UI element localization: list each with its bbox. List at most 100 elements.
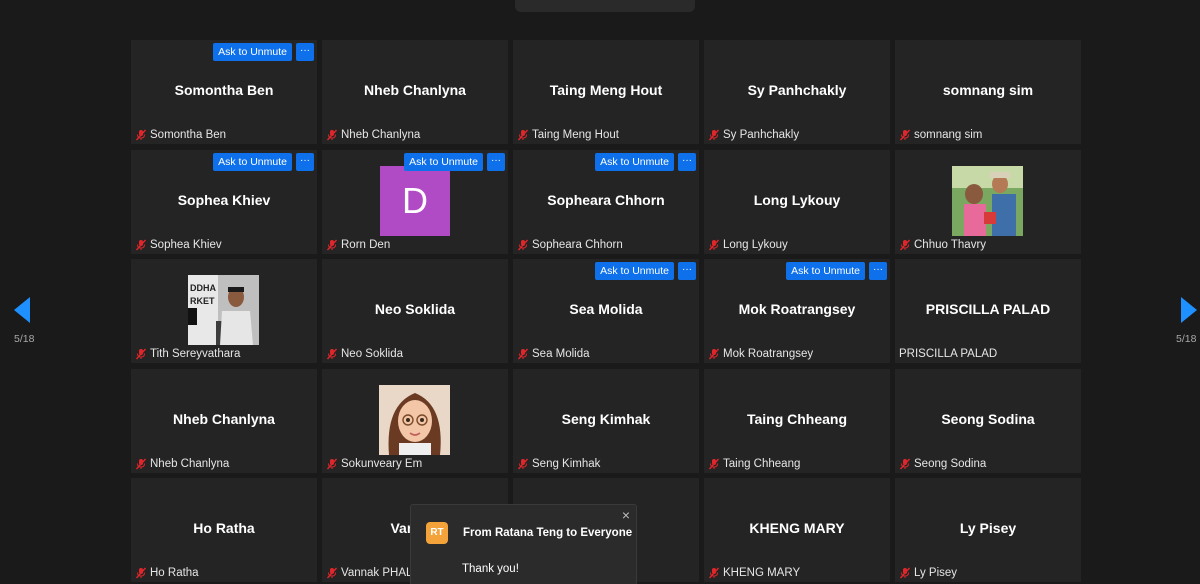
- participant-tile[interactable]: Taing Chheang Taing Chheang: [704, 368, 890, 473]
- participant-tile[interactable]: Long Lykouy Long Lykouy: [704, 149, 890, 254]
- mic-muted-icon: [899, 239, 911, 251]
- participant-tile[interactable]: Seng Kimhak Seng Kimhak: [513, 368, 699, 473]
- more-options-button[interactable]: ···: [296, 152, 314, 171]
- participant-tile[interactable]: Sea Molida Sea Molida Ask to Unmute ···: [513, 259, 699, 363]
- participant-name-label: Nheb Chanlyna: [135, 457, 229, 471]
- participant-name: KHENG MARY: [723, 567, 801, 579]
- participant-name-label: Mok Roatrangsey: [708, 347, 813, 361]
- participant-tile[interactable]: Ly Pisey Ly Pisey: [895, 478, 1081, 582]
- participant-tile[interactable]: Sophea Khiev Sophea Khiev Ask to Unmute ···: [131, 149, 317, 254]
- participant-name-label: Sea Molida: [517, 347, 590, 361]
- participant-name-label: Nheb Chanlyna: [326, 128, 420, 142]
- participant-display-name: PRISCILLA PALAD: [925, 301, 1051, 317]
- participant-name-label: Chhuo Thavry: [899, 238, 986, 252]
- participant-name-label: Sophearа Chhorn: [517, 238, 623, 252]
- chat-message: Thank you!: [462, 563, 519, 575]
- participant-display-name: Seng Kimhak: [561, 410, 651, 427]
- participant-display-name: Taing Meng Hout: [549, 82, 663, 98]
- more-options-button[interactable]: ···: [487, 152, 505, 171]
- participant-name: Taing Chheang: [723, 457, 801, 470]
- mic-muted-icon: [135, 567, 147, 579]
- participant-tile[interactable]: Sophearа Chhorn Sophearа Chhorn Ask to Unm…: [513, 149, 699, 254]
- chat-sender-avatar: RT: [426, 522, 448, 544]
- participant-name-label: Somontha Ben: [135, 128, 226, 142]
- participant-name-label: somnang sim: [899, 128, 982, 142]
- participant-name-label: Taing Meng Hout: [517, 128, 619, 142]
- participant-display-name: Somontha Ben: [174, 82, 274, 98]
- participant-tile[interactable]: Ho Ratha Ho Ratha: [131, 478, 317, 582]
- participant-name: Vannak PHAL: [341, 567, 413, 579]
- participant-photo: [952, 165, 1023, 236]
- participant-tile[interactable]: Nheb Chanlyna Nheb Chanlyna: [131, 368, 317, 473]
- mic-muted-icon: [899, 458, 911, 470]
- participant-tile[interactable]: Sokunveary Em: [322, 368, 508, 473]
- more-options-button[interactable]: ···: [296, 43, 314, 61]
- ask-to-unmute-button[interactable]: Ask to Unmute: [786, 262, 865, 280]
- participant-name: Mok Roatrangsey: [723, 348, 814, 360]
- participant-name-label: Sokunveary Em: [326, 457, 422, 471]
- participant-name: PRISCILLA PALAD: [899, 348, 998, 360]
- mic-muted-icon: [517, 348, 529, 360]
- mic-muted-icon: [135, 458, 147, 470]
- participant-tile[interactable]: Nheb Chanlyna Nheb Chanlyna: [322, 40, 508, 144]
- mic-muted-icon: [708, 239, 720, 251]
- mic-muted-icon: [899, 129, 911, 141]
- more-options-button[interactable]: ···: [678, 262, 696, 280]
- participant-name: Nheb Chanlyna: [341, 129, 421, 141]
- participant-tile[interactable]: KHENG MARY KHENG MARY: [704, 478, 890, 582]
- participant-display-name: Neo Soklida: [374, 301, 456, 317]
- participant-display-name: Mok Roatrangsey: [738, 301, 856, 317]
- chevron-right-icon[interactable]: [1181, 297, 1197, 323]
- mic-muted-icon: [517, 129, 529, 141]
- participant-name-label: Vannak PHAL: [326, 566, 412, 580]
- ask-to-unmute-button[interactable]: Ask to Unmute: [595, 262, 674, 280]
- participant-display-name: Nheb Chanlyna: [364, 82, 466, 98]
- participant-display-name: Sophea Khiev: [177, 191, 271, 208]
- participant-tile[interactable]: Taing Meng Hout Taing Meng Hout: [513, 40, 699, 144]
- participant-name: Sophea Khiev: [150, 238, 222, 251]
- participant-tile[interactable]: PRISCILLA PALAD PRISCILLA PALAD: [895, 259, 1081, 363]
- participant-tile[interactable]: Seong Sodina Seong Sodina: [895, 368, 1081, 473]
- participant-display-name: Nheb Chanlyna: [173, 410, 275, 427]
- tile-actions: Ask to Unmute ···: [595, 262, 696, 280]
- participant-name-label: KHENG MARY: [708, 566, 800, 580]
- participant-name: Sophearа Chhorn: [532, 238, 623, 251]
- participant-name: Tith Sereyvathara: [150, 348, 241, 360]
- participant-display-name: Seong Sodina: [941, 410, 1035, 427]
- more-options-button[interactable]: ···: [869, 262, 887, 280]
- ask-to-unmute-button[interactable]: Ask to Unmute: [213, 152, 292, 171]
- mic-muted-icon: [135, 348, 147, 360]
- participant-tile[interactable]: Sy Panhchakly Sy Panhchakly: [704, 40, 890, 144]
- mic-muted-icon: [899, 567, 911, 579]
- participant-tile[interactable]: Somontha Ben Somontha Ben Ask to Unmute ···: [131, 40, 317, 144]
- participant-tile[interactable]: DDHA RKET Tith Sereyvathara: [131, 259, 317, 363]
- participant-tile[interactable]: D Rorn Den Ask to Unmute ···: [322, 149, 508, 254]
- mic-muted-icon: [326, 239, 338, 251]
- mic-muted-icon: [135, 129, 147, 141]
- close-icon[interactable]: ×: [622, 507, 630, 523]
- participant-photo: DDHA RKET: [188, 275, 259, 345]
- participant-tile[interactable]: Neo Soklida Neo Soklida: [322, 259, 508, 363]
- participant-gallery: Somontha Ben Somontha Ben Ask to Unmute ···…: [131, 40, 1081, 582]
- participant-name: Ly Pisey: [914, 567, 958, 579]
- participant-tile[interactable]: Mok Roatrangsey Mok Roatrangsey Ask to Unm…: [704, 259, 890, 363]
- chat-notification[interactable]: RT From Ratana Teng to Everyone Thank yo…: [410, 504, 637, 584]
- chevron-left-icon[interactable]: [14, 297, 30, 323]
- tile-actions: Ask to Unmute ···: [786, 262, 887, 280]
- participant-name: Taing Meng Hout: [532, 129, 619, 141]
- ask-to-unmute-button[interactable]: Ask to Unmute: [595, 152, 674, 171]
- participant-name: Sokunveary Em: [341, 457, 423, 470]
- more-options-button[interactable]: ···: [678, 152, 696, 171]
- mic-muted-icon: [326, 567, 338, 579]
- participant-tile[interactable]: somnang sim somnang sim: [895, 40, 1081, 144]
- participant-tile[interactable]: Chhuo Thavry: [895, 149, 1081, 254]
- participant-name: somnang sim: [914, 129, 983, 141]
- mic-muted-icon: [517, 458, 529, 470]
- participant-avatar: D: [380, 165, 450, 236]
- svg-text:RKET: RKET: [190, 296, 215, 306]
- ask-to-unmute-button[interactable]: Ask to Unmute: [404, 152, 483, 171]
- participant-name: Rorn Den: [341, 238, 391, 251]
- ask-to-unmute-button[interactable]: Ask to Unmute: [213, 43, 292, 61]
- top-drag-handle[interactable]: [515, 0, 695, 12]
- participant-name-label: Sophea Khiev: [135, 238, 222, 252]
